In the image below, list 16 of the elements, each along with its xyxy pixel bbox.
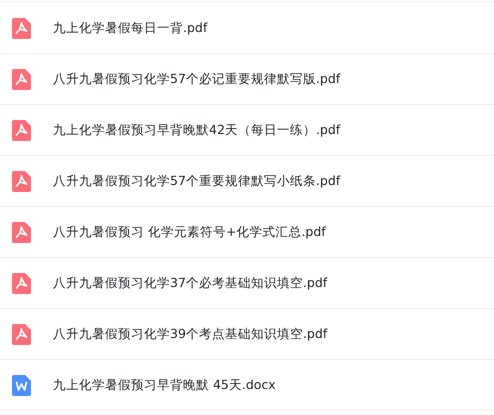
- pdf-file-icon: [12, 272, 31, 294]
- file-name[interactable]: 九上化学暑假每日一背.pdf: [53, 20, 208, 36]
- file-name[interactable]: 八升九暑假预习化学39个考点基础知识填空.pdf: [53, 326, 328, 342]
- pdf-file-icon: [12, 170, 31, 192]
- file-name[interactable]: 八升九暑假预习 化学元素符号+化学式汇总.pdf: [53, 224, 326, 240]
- pdf-file-icon: [12, 68, 31, 90]
- file-name[interactable]: 八升九暑假预习化学57个必记重要规律默写版.pdf: [53, 70, 340, 88]
- pdf-file-icon: [12, 120, 31, 140]
- file-name[interactable]: 九上化学暑假预习早背晚默 45天.docx: [53, 376, 276, 394]
- pdf-file-icon: [12, 18, 31, 38]
- file-name[interactable]: 九上化学暑假预习早背晚默42天（每日一练）.pdf: [53, 122, 340, 138]
- file-name[interactable]: 八升九暑假预习化学57个重要规律默写小纸条.pdf: [53, 172, 340, 190]
- file-name[interactable]: 八升九暑假预习化学37个必考基础知识填空.pdf: [53, 274, 328, 292]
- pdf-file-icon: [12, 324, 31, 344]
- word-file-icon: [12, 374, 31, 396]
- pdf-file-icon: [12, 222, 31, 242]
